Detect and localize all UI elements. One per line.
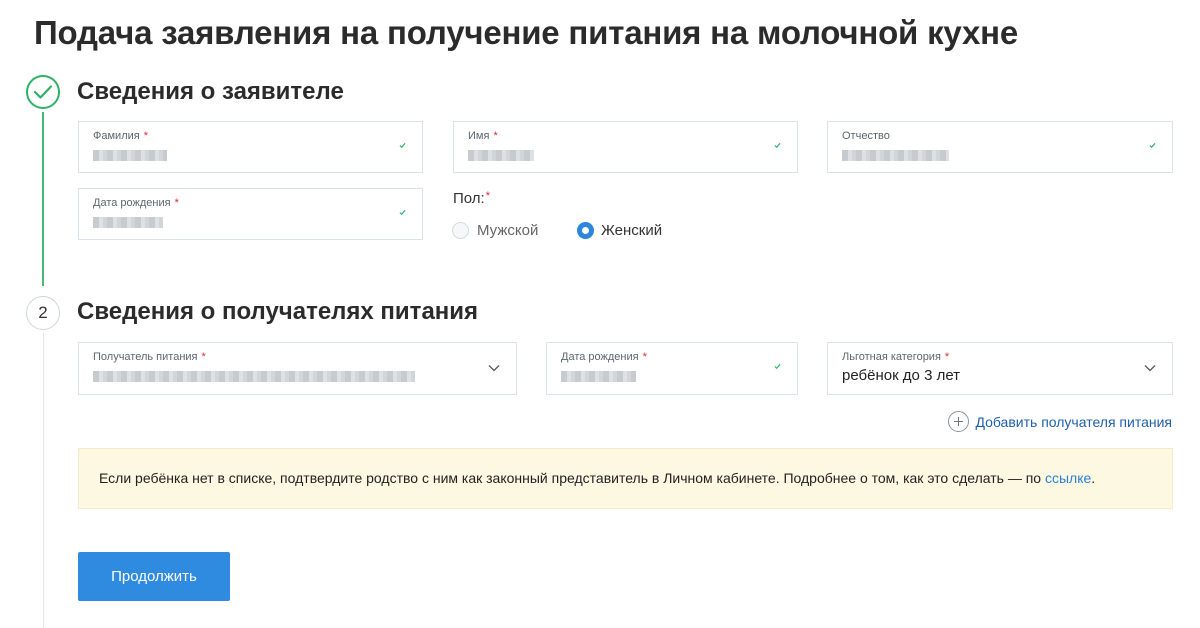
gender-male-label[interactable]: Мужской bbox=[477, 222, 538, 239]
recipient-value-redacted bbox=[93, 371, 415, 382]
step-2-progress-line bbox=[43, 333, 44, 628]
surname-field[interactable]: Фамилия * bbox=[78, 121, 423, 173]
step-1-title: Сведения о заявителе bbox=[77, 78, 344, 105]
valid-check-icon bbox=[774, 363, 781, 370]
step-1-complete-icon bbox=[26, 75, 60, 109]
patronymic-value-redacted bbox=[842, 150, 949, 161]
step-2-number: 2 bbox=[26, 296, 60, 330]
page-title: Подача заявления на получение питания на… bbox=[34, 14, 1019, 51]
notice-banner: Если ребёнка нет в списке, подтвердите р… bbox=[78, 448, 1173, 509]
step-2-title: Сведения о получателях питания bbox=[77, 298, 479, 325]
benefit-category-value: ребёнок до 3 лет bbox=[842, 367, 961, 384]
patronymic-label: Отчество bbox=[842, 130, 890, 142]
continue-button[interactable]: Продолжить bbox=[78, 552, 230, 601]
benefit-category-label: Льготная категория * bbox=[842, 351, 950, 363]
benefit-category-select[interactable]: Льготная категория * ребёнок до 3 лет bbox=[827, 342, 1173, 395]
valid-check-icon bbox=[399, 142, 406, 149]
gender-female-label[interactable]: Женский bbox=[601, 222, 662, 239]
recipient-birth-date-field[interactable]: Дата рождения * bbox=[546, 342, 798, 395]
birth-date-value-redacted bbox=[93, 217, 163, 228]
valid-check-icon bbox=[1149, 142, 1156, 149]
surname-label: Фамилия * bbox=[93, 130, 148, 142]
recipient-label: Получатель питания * bbox=[93, 351, 206, 363]
step-1-progress-line bbox=[42, 112, 44, 286]
recipient-birth-date-redacted bbox=[561, 371, 636, 382]
add-recipient-button[interactable]: Добавить получателя питания bbox=[948, 411, 1172, 432]
name-value-redacted bbox=[468, 150, 534, 161]
patronymic-field[interactable]: Отчество bbox=[827, 121, 1173, 173]
birth-date-field[interactable]: Дата рождения * bbox=[78, 188, 423, 240]
gender-male-radio[interactable] bbox=[452, 222, 469, 239]
gender-label: Пол:* bbox=[453, 190, 490, 207]
surname-value-redacted bbox=[93, 150, 167, 161]
gender-female-radio[interactable] bbox=[577, 222, 594, 239]
plus-circle-icon bbox=[948, 411, 970, 432]
notice-text: Если ребёнка нет в списке, подтвердите р… bbox=[99, 470, 1045, 486]
valid-check-icon bbox=[774, 142, 781, 149]
chevron-down-icon[interactable] bbox=[488, 364, 500, 372]
notice-link[interactable]: ссылке bbox=[1045, 470, 1091, 486]
chevron-down-icon[interactable] bbox=[1144, 364, 1156, 372]
valid-check-icon bbox=[399, 209, 406, 216]
recipient-birth-date-label: Дата рождения * bbox=[561, 351, 647, 363]
add-recipient-label: Добавить получателя питания bbox=[975, 413, 1172, 430]
name-label: Имя * bbox=[468, 130, 498, 142]
name-field[interactable]: Имя * bbox=[453, 121, 798, 173]
birth-date-label: Дата рождения * bbox=[93, 197, 179, 209]
recipient-select[interactable]: Получатель питания * bbox=[78, 342, 517, 395]
